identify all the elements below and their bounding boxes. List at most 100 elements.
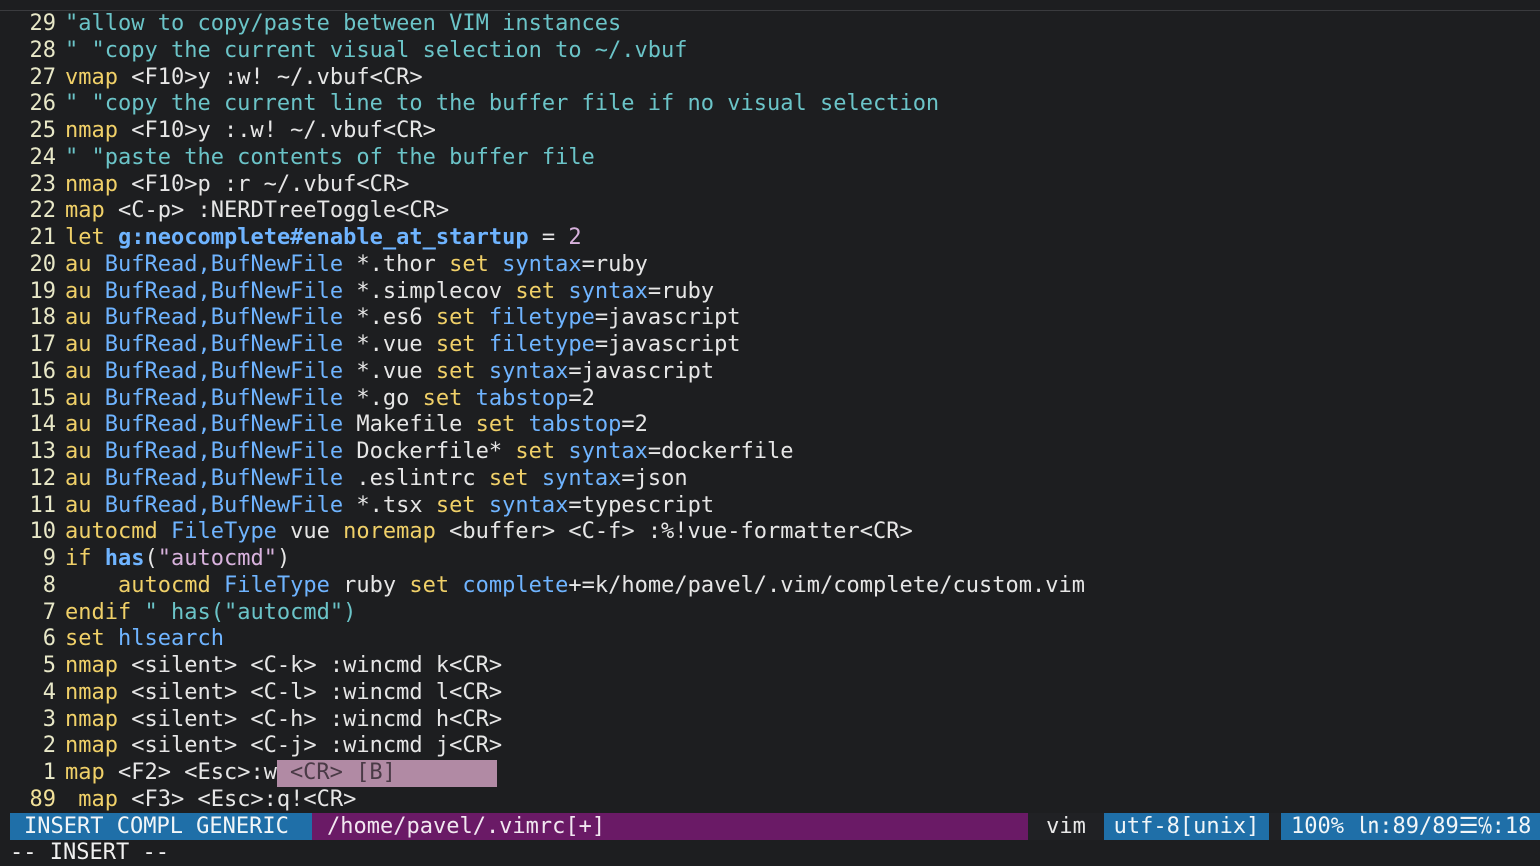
line-content[interactable]: " "paste the contents of the buffer file — [65, 145, 595, 170]
code-token: *.vue — [343, 332, 436, 357]
line-content[interactable]: let g:neocomplete#enable_at_startup = 2 — [65, 225, 582, 250]
line-content[interactable]: " "copy the current line to the buffer f… — [65, 91, 939, 116]
line-content[interactable]: au BufRead,BufNewFile Dockerfile* set sy… — [65, 439, 794, 464]
line-content[interactable]: au BufRead,BufNewFile *.vue set syntax=j… — [65, 359, 714, 384]
code-line[interactable]: 25 nmap <F10>y :.w! ~/.vbuf<CR> — [0, 118, 1540, 145]
line-content[interactable]: map <F3> <Esc>:q!<CR> — [65, 787, 356, 812]
code-token: " "copy the current visual selection to … — [65, 37, 688, 63]
code-line[interactable]: 17 au BufRead,BufNewFile *.vue set filety… — [0, 332, 1540, 359]
code-token: FileType — [223, 572, 330, 598]
code-line[interactable]: 24 " "paste the contents of the buffer fi… — [0, 145, 1540, 172]
code-token: autocmd — [65, 519, 158, 545]
code-line[interactable]: 10 autocmd FileType vue noremap <buffer> … — [0, 519, 1540, 546]
code-token: au — [65, 278, 92, 304]
code-line[interactable]: 20 au BufRead,BufNewFile *.thor set synta… — [0, 252, 1540, 279]
code-token: nmap — [65, 733, 118, 759]
code-line[interactable]: 28 " "copy the current visual selection t… — [0, 38, 1540, 65]
code-token: au — [65, 385, 92, 411]
line-content[interactable]: vmap <F10>y :w! ~/.vbuf<CR> — [65, 65, 423, 90]
editor-buffer[interactable]: 29 "allow to copy/paste between VIM insta… — [0, 11, 1540, 814]
line-content[interactable]: nmap <silent> <C-h> :wincmd h<CR> — [65, 707, 502, 732]
line-number: 24 — [29, 144, 57, 170]
code-token: =javascript — [594, 305, 741, 331]
code-token: set — [435, 305, 476, 331]
code-line[interactable]: 26 " "copy the current line to the buffer… — [0, 91, 1540, 118]
code-line[interactable]: 13 au BufRead,BufNewFile Dockerfile* set … — [0, 439, 1540, 466]
code-line[interactable]: 19 au BufRead,BufNewFile *.simplecov set … — [0, 279, 1540, 306]
line-content[interactable]: au BufRead,BufNewFile *.thor set syntax=… — [65, 252, 648, 277]
code-token: set — [515, 439, 556, 464]
code-line[interactable]: 4 nmap <silent> <C-l> :wincmd l<CR> — [0, 680, 1540, 707]
line-content[interactable]: au BufRead,BufNewFile *.vue set filetype… — [65, 332, 741, 357]
code-token: syntax — [568, 439, 648, 464]
code-token: au — [65, 251, 92, 277]
line-content[interactable]: " "copy the current visual selection to … — [65, 38, 688, 63]
code-line[interactable]: 2 nmap <silent> <C-j> :wincmd j<CR> — [0, 733, 1540, 760]
code-token: syntax — [502, 251, 582, 277]
completion-popup-item[interactable]: <CR> [B] — [276, 760, 497, 787]
line-content[interactable]: map <F2> <Esc>:w — [65, 760, 277, 785]
code-token: *.es6 — [343, 305, 436, 331]
code-line[interactable]: 12 au BufRead,BufNewFile .eslintrc set sy… — [0, 466, 1540, 493]
code-line[interactable]: 5 nmap <silent> <C-k> :wincmd k<CR> — [0, 653, 1540, 680]
line-content[interactable]: set hlsearch — [65, 626, 224, 651]
code-line[interactable]: 18 au BufRead,BufNewFile *.es6 set filety… — [0, 305, 1540, 332]
code-line[interactable]: 23 nmap <F10>p :r ~/.vbuf<CR> — [0, 172, 1540, 199]
line-content[interactable]: nmap <F10>y :.w! ~/.vbuf<CR> — [65, 118, 436, 143]
code-line[interactable]: 15 au BufRead,BufNewFile *.go set tabstop… — [0, 386, 1540, 413]
code-line[interactable]: 9 if has("autocmd") — [0, 546, 1540, 573]
encoding-indicator: utf-8[unix] — [1104, 813, 1269, 840]
code-line[interactable]: 89 map <F3> <Esc>:q!<CR> — [0, 787, 1540, 814]
code-token: set — [435, 332, 476, 357]
line-content[interactable]: au BufRead,BufNewFile Makefile set tabst… — [65, 412, 648, 437]
code-line[interactable]: 29 "allow to copy/paste between VIM insta… — [0, 11, 1540, 38]
line-content[interactable]: "allow to copy/paste between VIM instanc… — [65, 11, 621, 36]
line-number: 2 — [42, 733, 56, 759]
filetype-indicator: vim — [1028, 813, 1104, 840]
line-content[interactable]: au BufRead,BufNewFile *.tsx set syntax=t… — [65, 493, 714, 518]
line-content[interactable]: au BufRead,BufNewFile .eslintrc set synt… — [65, 466, 688, 491]
line-content[interactable]: endif " has("autocmd") — [65, 600, 356, 625]
code-line[interactable]: 21 let g:neocomplete#enable_at_startup = … — [0, 225, 1540, 252]
code-line[interactable]: 1 map <F2> <Esc>:w <CR> [B] — [0, 760, 1540, 787]
code-line[interactable]: 3 nmap <silent> <C-h> :wincmd h<CR> — [0, 707, 1540, 734]
code-line[interactable]: 16 au BufRead,BufNewFile *.vue set syntax… — [0, 359, 1540, 386]
code-line[interactable]: 6 set hlsearch — [0, 626, 1540, 653]
code-token: *.thor — [343, 251, 450, 277]
line-content[interactable]: nmap <silent> <C-l> :wincmd l<CR> — [65, 680, 502, 705]
code-token: syntax — [568, 278, 648, 304]
code-token: " "copy the current line to the buffer f… — [65, 91, 940, 117]
code-token: <C-p> :NERDTreeToggle<CR> — [104, 198, 450, 224]
line-content[interactable]: if has("autocmd") — [65, 546, 290, 571]
line-content[interactable]: au BufRead,BufNewFile *.simplecov set sy… — [65, 279, 714, 304]
line-content[interactable]: nmap <silent> <C-j> :wincmd j<CR> — [65, 733, 502, 758]
line-content[interactable]: au BufRead,BufNewFile *.go set tabstop=2 — [65, 386, 595, 411]
code-token: =javascript — [594, 332, 741, 357]
line-number: 8 — [42, 572, 56, 598]
line-content[interactable]: au BufRead,BufNewFile *.es6 set filetype… — [65, 305, 741, 330]
code-line[interactable]: 7 endif " has("autocmd") — [0, 600, 1540, 627]
code-line[interactable]: 8 autocmd FileType ruby set complete+=k/… — [0, 573, 1540, 600]
command-line[interactable]: -- INSERT -- — [10, 840, 169, 866]
code-line[interactable]: 11 au BufRead,BufNewFile *.tsx set syntax… — [0, 493, 1540, 520]
line-number: 10 — [29, 519, 57, 545]
line-content[interactable]: autocmd FileType vue noremap <buffer> <C… — [65, 519, 913, 544]
code-line[interactable]: 27 vmap <F10>y :w! ~/.vbuf<CR> — [0, 65, 1540, 92]
line-content[interactable]: map <C-p> :NERDTreeToggle<CR> — [65, 198, 449, 223]
code-token: ( — [144, 546, 158, 571]
line-content[interactable]: nmap <silent> <C-k> :wincmd k<CR> — [65, 653, 502, 678]
line-content[interactable]: nmap <F10>p :r ~/.vbuf<CR> — [65, 172, 409, 197]
line-content[interactable]: autocmd FileType ruby set complete+=k/ho… — [65, 573, 1085, 598]
code-token: " has("autocmd") — [131, 599, 357, 625]
line-number: 27 — [29, 64, 57, 90]
code-line[interactable]: 14 au BufRead,BufNewFile Makefile set tab… — [0, 412, 1540, 439]
code-token: BufRead,BufNewFile — [104, 305, 344, 331]
code-line[interactable]: 22 map <C-p> :NERDTreeToggle<CR> — [0, 198, 1540, 225]
